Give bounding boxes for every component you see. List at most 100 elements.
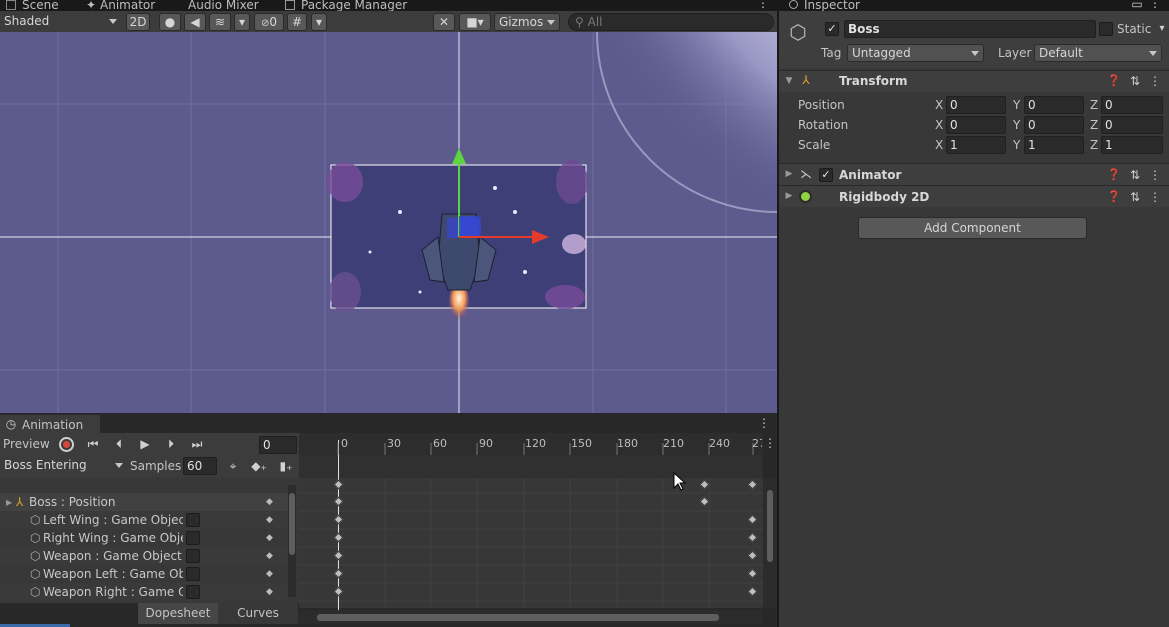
maximize-icon[interactable]: ▭: [1131, 0, 1143, 11]
property-row[interactable]: ⬡ Left Wing : Game Object.I ◆: [0, 511, 288, 529]
layer-dropdown[interactable]: Default: [1034, 44, 1162, 62]
camera-button[interactable]: ■▾: [459, 13, 491, 31]
tab-dopesheet[interactable]: Dopesheet: [138, 603, 218, 624]
property-row[interactable]: ⬡ Right Wing : Game Object ◆: [0, 529, 288, 547]
help-icon[interactable]: ❓: [1107, 74, 1121, 88]
position-x-field[interactable]: 0: [946, 96, 1006, 114]
property-row[interactable]: ▸ ⅄ Boss : Position ◆: [0, 493, 288, 511]
presets-icon[interactable]: ⇅: [1129, 74, 1141, 88]
tools-button[interactable]: ✕: [433, 13, 455, 31]
animator-header[interactable]: ▶ ⋋ ✓ Animator ❓ ⇅ ⋮: [779, 163, 1169, 185]
toggle-2d-button[interactable]: 2D: [126, 13, 150, 31]
animator-enabled-checkbox[interactable]: ✓: [819, 168, 833, 182]
add-event-icon[interactable]: ▮₊: [278, 459, 294, 473]
inspector-more-icon[interactable]: ⋮: [1149, 0, 1161, 10]
shading-mode-dropdown[interactable]: Shaded: [0, 13, 121, 31]
tag-dropdown[interactable]: Untagged: [847, 44, 984, 62]
rotation-z-field[interactable]: 0: [1101, 116, 1163, 134]
frame-field[interactable]: 0: [259, 436, 297, 454]
tab-animator[interactable]: ✦ Animator: [86, 0, 176, 11]
clip-dropdown[interactable]: Boss Entering: [0, 457, 127, 475]
timeline-h-scrollbar[interactable]: [299, 610, 763, 624]
timeline-v-scrollbar[interactable]: [763, 478, 777, 608]
property-keyframe-icon[interactable]: ◆: [266, 583, 273, 601]
panel-divider[interactable]: [777, 0, 779, 627]
property-scrollbar[interactable]: [288, 485, 296, 597]
property-row[interactable]: ⬡ Weapon Right : Game Ob ◆: [0, 583, 288, 601]
rotation-x-field[interactable]: 0: [946, 116, 1006, 134]
snap-icon[interactable]: ⌖: [225, 459, 241, 473]
presets-icon[interactable]: ⇅: [1129, 168, 1141, 182]
scene-search-input[interactable]: ⚲ All: [568, 13, 774, 31]
property-keyframe-icon[interactable]: ◆: [266, 529, 273, 547]
property-keyframe-icon[interactable]: ◆: [266, 547, 273, 565]
tab-scene[interactable]: Scene: [6, 0, 76, 11]
property-row[interactable]: ⬡ Weapon Left : Game Obje ◆: [0, 565, 288, 583]
first-keyframe-icon[interactable]: ⏮: [84, 437, 102, 451]
scene-audio-button[interactable]: ◀: [184, 13, 206, 31]
preview-button[interactable]: Preview: [3, 437, 50, 451]
property-keyframe-icon[interactable]: ◆: [266, 511, 273, 529]
scale-z-field[interactable]: 1: [1101, 136, 1163, 154]
scene-viewport[interactable]: [0, 32, 777, 413]
playhead[interactable]: [338, 440, 339, 610]
static-checkbox[interactable]: [1099, 22, 1113, 36]
help-icon[interactable]: ❓: [1107, 168, 1121, 182]
component-menu-icon[interactable]: ⋮: [1149, 74, 1161, 88]
dopesheet-area[interactable]: [299, 478, 763, 608]
next-keyframe-icon[interactable]: ⏵: [162, 437, 180, 451]
help-icon[interactable]: ❓: [1107, 190, 1121, 204]
timeline-more-icon[interactable]: ⋮: [764, 436, 776, 450]
tab-package-manager[interactable]: Package Manager: [285, 0, 415, 11]
transform-header[interactable]: ▼ ⅄ Transform ❓ ⇅ ⋮: [779, 70, 1169, 92]
rigidbody2d-header[interactable]: ▶ Rigidbody 2D ❓ ⇅ ⋮: [779, 185, 1169, 207]
tab-audio-mixer[interactable]: Audio Mixer: [174, 0, 274, 11]
property-toggle-checkbox[interactable]: [186, 549, 200, 563]
rotation-y-field[interactable]: 0: [1024, 116, 1084, 134]
add-keyframe-icon[interactable]: ◆₊: [250, 459, 268, 473]
grid-button[interactable]: #: [287, 13, 307, 31]
presets-icon[interactable]: ⇅: [1129, 190, 1141, 204]
timeline-h-scrollbar-thumb[interactable]: [317, 614, 719, 621]
tab-inspector[interactable]: Inspector: [789, 0, 879, 11]
hidden-objects-button[interactable]: ⊘0: [254, 13, 284, 31]
property-toggle-checkbox[interactable]: [186, 513, 200, 527]
component-menu-icon[interactable]: ⋮: [1149, 190, 1161, 204]
object-name-input[interactable]: Boss: [844, 20, 1096, 38]
gizmos-dropdown[interactable]: Gizmos: [494, 13, 560, 31]
component-menu-icon[interactable]: ⋮: [1149, 168, 1161, 182]
object-active-checkbox[interactable]: ✓: [825, 22, 839, 36]
property-keyframe-icon[interactable]: ◆: [266, 565, 273, 583]
grid-dropdown-button[interactable]: ▾: [311, 13, 327, 31]
timeline-v-scrollbar-thumb[interactable]: [767, 490, 773, 562]
record-button[interactable]: [59, 437, 74, 452]
collapse-arrow-icon[interactable]: ▼: [784, 74, 794, 88]
property-row[interactable]: ⬡ Weapon : Game Object.Is ◆: [0, 547, 288, 565]
tab-curves[interactable]: Curves: [218, 603, 298, 624]
property-toggle-checkbox[interactable]: [186, 531, 200, 545]
property-toggle-checkbox[interactable]: [186, 585, 200, 599]
samples-field[interactable]: 60: [183, 457, 217, 475]
effects-dropdown-button[interactable]: ▾: [234, 13, 250, 31]
tab-animation[interactable]: ◷ Animation: [0, 415, 100, 433]
property-keyframe-icon[interactable]: ◆: [266, 493, 273, 511]
scene-effects-button[interactable]: ≋: [209, 13, 231, 31]
scale-y-field[interactable]: 1: [1024, 136, 1084, 154]
property-scrollbar-thumb[interactable]: [289, 493, 295, 555]
more-menu-icon[interactable]: ⋮: [756, 0, 770, 10]
event-lane[interactable]: [299, 455, 763, 478]
last-keyframe-icon[interactable]: ⏭: [188, 437, 206, 451]
position-z-field[interactable]: 0: [1101, 96, 1163, 114]
play-icon[interactable]: ▶: [136, 437, 154, 451]
expand-arrow-icon[interactable]: ▶: [784, 189, 794, 203]
scale-x-field[interactable]: 1: [946, 136, 1006, 154]
animation-more-icon[interactable]: ⋮: [758, 416, 770, 430]
expand-arrow-icon[interactable]: ▸: [6, 493, 12, 511]
prev-keyframe-icon[interactable]: ⏴: [110, 437, 128, 451]
position-y-field[interactable]: 0: [1024, 96, 1084, 114]
scene-lighting-button[interactable]: ●: [159, 13, 181, 31]
property-toggle-checkbox[interactable]: [186, 567, 200, 581]
static-dropdown-icon[interactable]: ▾: [1157, 22, 1167, 36]
add-component-button[interactable]: Add Component: [858, 217, 1087, 239]
expand-arrow-icon[interactable]: ▶: [784, 167, 794, 181]
